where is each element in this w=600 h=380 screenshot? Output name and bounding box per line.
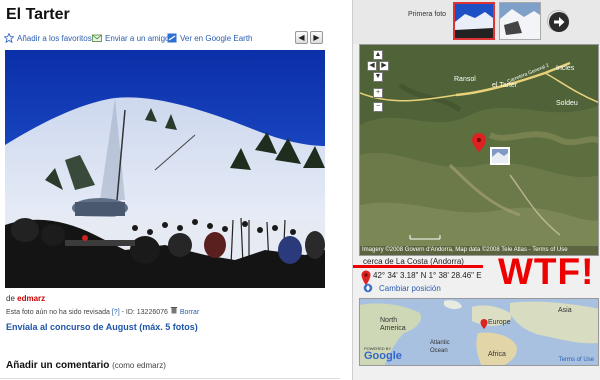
- thumbnail-next[interactable]: [499, 2, 541, 40]
- add-favorites-label: Añadir a los favoritos: [17, 33, 92, 43]
- world-label-asia: Asia: [558, 307, 572, 314]
- next-arrow-button[interactable]: [547, 10, 569, 32]
- add-comment-heading: Añadir un comentario (como edmarz): [6, 360, 166, 371]
- thumbnail-image: [500, 3, 540, 39]
- google-earth-link[interactable]: Ver en Google Earth: [167, 33, 253, 43]
- divider: [0, 378, 340, 379]
- star-icon: [4, 33, 14, 43]
- world-label-atlantic: Atlantic Ocean: [430, 340, 450, 354]
- ski-slope-photo: [5, 50, 325, 288]
- review-status-text: Esta foto aún no ha sido revisada: [6, 309, 110, 316]
- satellite-map-image: Ransol el Tarter Incles Soldeu Carretera…: [360, 45, 598, 255]
- change-position-link[interactable]: Cambiar posición: [379, 284, 441, 293]
- photo-id: - ID: 13226076: [121, 309, 168, 316]
- world-label-north-america: North America: [380, 317, 406, 332]
- move-pin-icon: [363, 283, 373, 293]
- author-link[interactable]: edmarz: [17, 294, 45, 303]
- world-label-europe: Europe: [488, 319, 511, 326]
- pan-left-button[interactable]: ◀: [367, 61, 377, 71]
- world-map[interactable]: North America Europe Asia Atlantic Ocean…: [359, 298, 599, 366]
- zoom-in-button[interactable]: +: [373, 88, 383, 98]
- pan-right-button[interactable]: ▶: [379, 61, 389, 71]
- contest-link[interactable]: Envíala al concurso de August (máx. 5 fo…: [6, 322, 198, 332]
- map-label-incles: Incles: [556, 65, 575, 72]
- map-sidebar: Primera foto Ransol el Tarter Incles Sol…: [352, 0, 600, 380]
- google-earth-icon: [167, 33, 177, 43]
- red-underline: [353, 265, 483, 268]
- next-photo-button[interactable]: ▶: [310, 31, 323, 44]
- prev-photo-button[interactable]: ◀: [295, 31, 308, 44]
- first-photo-link[interactable]: Primera foto: [405, 10, 449, 19]
- author-line: de edmarz: [6, 294, 45, 303]
- trash-icon: [170, 307, 178, 314]
- main-photo[interactable]: [5, 50, 325, 288]
- pan-up-button[interactable]: ▲: [373, 50, 383, 60]
- page-title: El Tarter: [6, 6, 70, 23]
- send-friend-link[interactable]: Enviar a un amigo: [92, 33, 169, 43]
- comment-user: (como edmarz): [112, 361, 166, 370]
- photo-panel: El Tarter Añadir a los favoritos Enviar …: [0, 0, 345, 380]
- send-friend-label: Enviar a un amigo: [105, 33, 170, 43]
- photo-actions-bar: Añadir a los favoritos Enviar a un amigo…: [4, 31, 334, 47]
- thumbnail-image: [455, 4, 493, 38]
- google-earth-label: Ver en Google Earth: [180, 33, 253, 43]
- coordinates-text: 42° 34' 3.18" N 1° 38' 28.46" E: [373, 271, 482, 280]
- terms-of-use-link[interactable]: Terms of Use: [559, 357, 594, 363]
- arrow-right-icon: [549, 12, 569, 32]
- map-label-ransol: Ransol: [454, 76, 476, 83]
- envelope-icon: [92, 34, 102, 42]
- annotation-text: WTF!: [498, 251, 595, 292]
- review-status-line: Esta foto aún no ha sido revisada [?] - …: [6, 306, 199, 316]
- add-favorites-link[interactable]: Añadir a los favoritos: [4, 33, 92, 43]
- satellite-map[interactable]: Ransol el Tarter Incles Soldeu Carretera…: [359, 44, 599, 256]
- map-label-soldeu: Soldeu: [556, 100, 578, 107]
- google-wordmark: Google: [364, 350, 402, 362]
- author-prefix: de: [6, 294, 15, 303]
- world-label-africa: Africa: [488, 351, 506, 358]
- help-link[interactable]: [?]: [112, 309, 120, 316]
- add-comment-title: Añadir un comentario: [6, 360, 110, 371]
- pan-down-button[interactable]: ▼: [373, 72, 383, 82]
- zoom-out-button[interactable]: −: [373, 102, 383, 112]
- google-logo: POWERED BY Google: [364, 346, 402, 362]
- map-photo-marker[interactable]: [490, 147, 510, 165]
- thumbnail-current[interactable]: [453, 2, 495, 40]
- map-label-el-tarter: el Tarter: [492, 82, 518, 89]
- thumbnail-strip: Primera foto: [353, 0, 600, 44]
- delete-link[interactable]: Borrar: [180, 309, 199, 316]
